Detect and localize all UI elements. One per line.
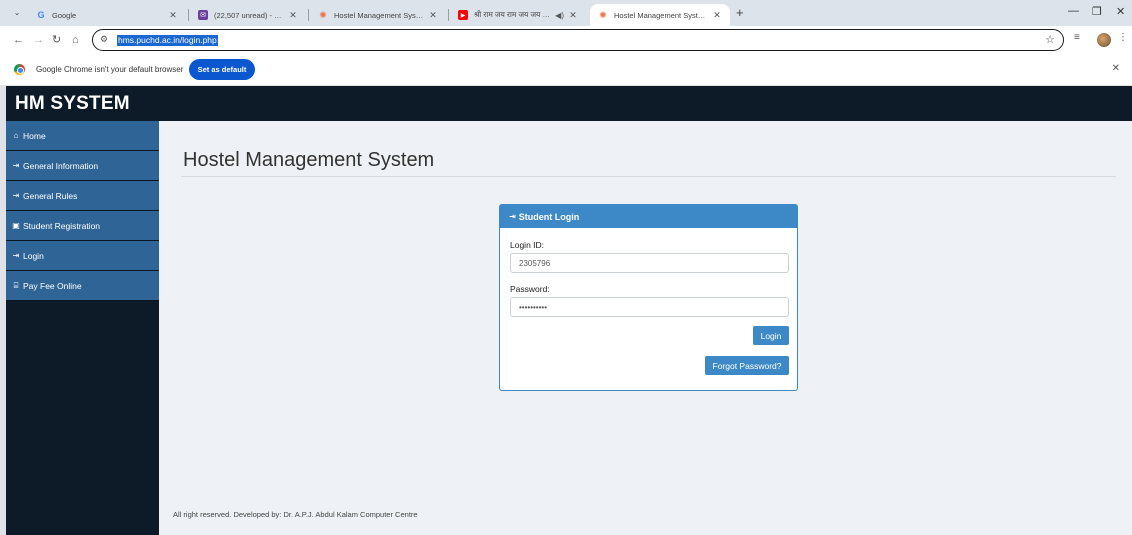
bank-icon: ⌸ bbox=[13, 280, 19, 290]
sidebar-item-general-rules[interactable]: ⇥ General Rules bbox=[6, 181, 159, 211]
forward-arrow-icon[interactable]: → bbox=[33, 33, 44, 47]
sidebar-item-label: General Information bbox=[23, 160, 99, 171]
site-brand[interactable]: HM SYSTEM bbox=[15, 93, 130, 115]
tab-label: (22,507 unread) - akmaurya207 bbox=[214, 10, 284, 20]
window-close-icon[interactable]: ✕ bbox=[1116, 5, 1125, 18]
home-icon[interactable]: ⌂ bbox=[72, 33, 79, 47]
student-login-panel: ⇥ Student Login Login ID: Password: Logi… bbox=[499, 204, 798, 391]
sidebar-item-label: Student Registration bbox=[23, 220, 101, 231]
speaker-icon[interactable]: ◀) bbox=[555, 11, 564, 20]
page-title: Hostel Management System bbox=[183, 149, 435, 171]
browser-tab-google[interactable]: G Google ✕ bbox=[28, 4, 186, 26]
url-text[interactable]: hms.puchd.ac.in/login.php bbox=[117, 35, 218, 46]
site-info-icon[interactable]: ⚙ bbox=[100, 34, 108, 45]
signin-icon: ⇥ bbox=[12, 251, 20, 260]
forgot-password-button[interactable]: Forgot Password? bbox=[705, 356, 789, 375]
chrome-logo-icon bbox=[14, 64, 25, 75]
sidebar: ⌂ Home ⇥ General Information ⇥ General R… bbox=[6, 121, 159, 535]
login-button[interactable]: Login bbox=[753, 326, 789, 345]
browser-tab-mail[interactable]: ✉ (22,507 unread) - akmaurya207 ✕ bbox=[190, 4, 306, 26]
hms-favicon-icon: ✺ bbox=[319, 9, 327, 20]
tab-label: Google bbox=[52, 10, 77, 20]
tab-label: श्री राम जय राम जय जय राम | bbox=[474, 10, 553, 19]
infobar-message: Google Chrome isn't your default browser bbox=[36, 65, 184, 74]
tab-separator bbox=[308, 9, 309, 21]
browser-tab-youtube[interactable]: ▶ श्री राम जय राम जय जय राम | ◀) ✕ bbox=[450, 4, 586, 26]
tab-close-icon[interactable]: ✕ bbox=[288, 10, 298, 21]
google-favicon-icon: G bbox=[37, 10, 45, 20]
browser-tab-strip: ⌄ G Google ✕ ✉ (22,507 unread) - akmaury… bbox=[0, 0, 1132, 26]
new-tab-icon[interactable]: + bbox=[736, 6, 744, 20]
login-id-input[interactable] bbox=[510, 253, 789, 273]
panel-header: ⇥ Student Login bbox=[500, 205, 797, 228]
site-header: HM SYSTEM bbox=[6, 86, 1132, 121]
tab-search-chevron-icon[interactable]: ⌄ bbox=[10, 6, 24, 20]
back-arrow-icon[interactable]: ← bbox=[13, 33, 24, 47]
sidebar-item-label: General Rules bbox=[23, 190, 78, 201]
set-as-default-button[interactable]: Set as default bbox=[189, 59, 255, 80]
youtube-favicon-icon: ▶ bbox=[458, 10, 468, 20]
sidebar-item-label: Login bbox=[23, 250, 44, 261]
tab-close-icon[interactable]: ✕ bbox=[712, 10, 722, 21]
tab-close-icon[interactable]: ✕ bbox=[568, 10, 578, 21]
login-id-label: Login ID: bbox=[510, 240, 545, 250]
sidebar-item-pay-fee-online[interactable]: ⌸ Pay Fee Online bbox=[6, 271, 159, 301]
hms-favicon-icon: ✺ bbox=[599, 9, 607, 20]
reload-icon[interactable]: ↻ bbox=[52, 33, 61, 47]
panel-title: Student Login bbox=[518, 211, 580, 222]
browser-tab-hms[interactable]: ✺ Hostel Management System ✕ bbox=[310, 4, 446, 26]
bookmark-star-icon[interactable]: ☆ bbox=[1045, 33, 1055, 46]
sidebar-item-login[interactable]: ⇥ Login bbox=[6, 241, 159, 271]
password-input[interactable] bbox=[510, 297, 789, 317]
site-footer: All right reserved. Developed by: Dr. A.… bbox=[173, 510, 418, 519]
more-menu-icon[interactable]: ⋮ bbox=[1118, 32, 1128, 43]
sidebar-item-label: Pay Fee Online bbox=[23, 280, 82, 291]
signin-icon: ⇥ bbox=[12, 161, 20, 170]
default-browser-infobar: Google Chrome isn't your default browser… bbox=[0, 54, 1132, 86]
tab-label: Hostel Management System bbox=[334, 10, 424, 20]
main-content: Hostel Management System ⇥ Student Login… bbox=[159, 121, 1132, 535]
signin-icon: ⇥ bbox=[12, 191, 20, 200]
mail-favicon-icon: ✉ bbox=[198, 10, 208, 20]
restore-icon[interactable]: ❐ bbox=[1092, 5, 1102, 18]
sidebar-item-label: Home bbox=[23, 130, 46, 141]
reading-list-icon[interactable]: ≡ bbox=[1074, 32, 1080, 43]
tab-close-icon[interactable]: ✕ bbox=[428, 10, 438, 21]
home-icon: ⌂ bbox=[13, 131, 19, 140]
title-divider bbox=[181, 176, 1116, 177]
profile-avatar[interactable] bbox=[1097, 33, 1111, 47]
signin-icon: ⇥ bbox=[509, 212, 516, 221]
minimize-icon[interactable]: — bbox=[1068, 5, 1079, 17]
tab-separator bbox=[448, 9, 449, 21]
address-bar[interactable]: ⚙ hms.puchd.ac.in/login.php ☆ bbox=[92, 29, 1064, 51]
id-card-icon: ▣ bbox=[12, 221, 20, 230]
infobar-close-icon[interactable]: ✕ bbox=[1112, 63, 1120, 74]
sidebar-item-general-information[interactable]: ⇥ General Information bbox=[6, 151, 159, 181]
tab-separator bbox=[188, 9, 189, 21]
browser-toolbar: ← → ↻ ⌂ ⚙ hms.puchd.ac.in/login.php ☆ ≡ … bbox=[0, 26, 1132, 54]
web-page: HM SYSTEM ⌂ Home ⇥ General Information ⇥… bbox=[6, 86, 1132, 535]
sidebar-item-student-registration[interactable]: ▣ Student Registration bbox=[6, 211, 159, 241]
sidebar-item-home[interactable]: ⌂ Home bbox=[6, 121, 159, 151]
tab-close-icon[interactable]: ✕ bbox=[168, 10, 178, 21]
browser-tab-hms-active[interactable]: ✺ Hostel Management System ✕ bbox=[590, 4, 730, 26]
tab-label: Hostel Management System bbox=[614, 10, 708, 20]
password-label: Password: bbox=[510, 284, 550, 294]
